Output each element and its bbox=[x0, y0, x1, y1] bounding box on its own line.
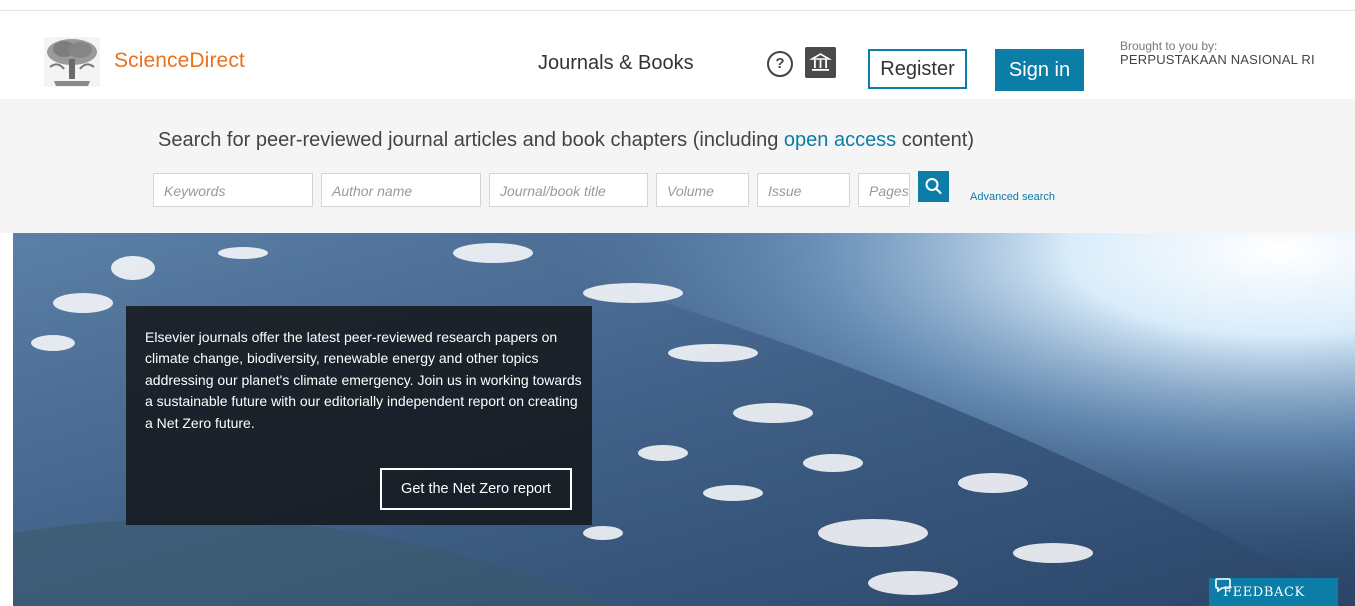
search-heading-pre: Search for peer-reviewed journal article… bbox=[158, 129, 784, 151]
elsevier-tree-logo-icon[interactable] bbox=[44, 37, 100, 87]
journals-books-link[interactable]: Journals & Books bbox=[538, 52, 694, 75]
feedback-button[interactable]: FEEDBACK bbox=[1209, 578, 1338, 606]
promo-text: Elsevier journals offer the latest peer-… bbox=[145, 329, 582, 431]
keywords-input[interactable]: Keywords bbox=[153, 173, 313, 207]
net-zero-promo: Elsevier journals offer the latest peer-… bbox=[126, 306, 592, 525]
author-name-input[interactable]: Author name bbox=[321, 173, 481, 207]
brand-name[interactable]: ScienceDirect bbox=[114, 49, 245, 73]
institution-icon[interactable] bbox=[805, 47, 836, 78]
search-heading-post: content) bbox=[896, 129, 975, 151]
journal-title-input[interactable]: Journal/book title bbox=[489, 173, 648, 207]
advanced-search-link[interactable]: Advanced search bbox=[970, 191, 1055, 203]
institution-name: PERPUSTAKAAN NASIONAL RI bbox=[1120, 52, 1315, 67]
feedback-label: FEEDBACK bbox=[1223, 585, 1305, 600]
help-icon[interactable]: ? bbox=[767, 51, 793, 77]
search-panel: Search for peer-reviewed journal article… bbox=[0, 99, 1355, 233]
issue-input[interactable]: Issue bbox=[757, 173, 850, 207]
search-icon[interactable] bbox=[918, 171, 949, 202]
hero-banner: Elsevier journals offer the latest peer-… bbox=[13, 233, 1355, 606]
feedback-speech-icon bbox=[1215, 578, 1231, 592]
net-zero-report-button[interactable]: Get the Net Zero report bbox=[380, 468, 572, 510]
site-header: ScienceDirect Journals & Books ? Registe… bbox=[0, 11, 1355, 99]
sign-in-button[interactable]: Sign in bbox=[995, 49, 1084, 91]
open-access-link[interactable]: open access bbox=[784, 129, 896, 151]
pages-input[interactable]: Pages bbox=[858, 173, 910, 207]
search-heading: Search for peer-reviewed journal article… bbox=[158, 129, 974, 152]
register-button[interactable]: Register bbox=[868, 49, 967, 89]
volume-input[interactable]: Volume bbox=[656, 173, 749, 207]
